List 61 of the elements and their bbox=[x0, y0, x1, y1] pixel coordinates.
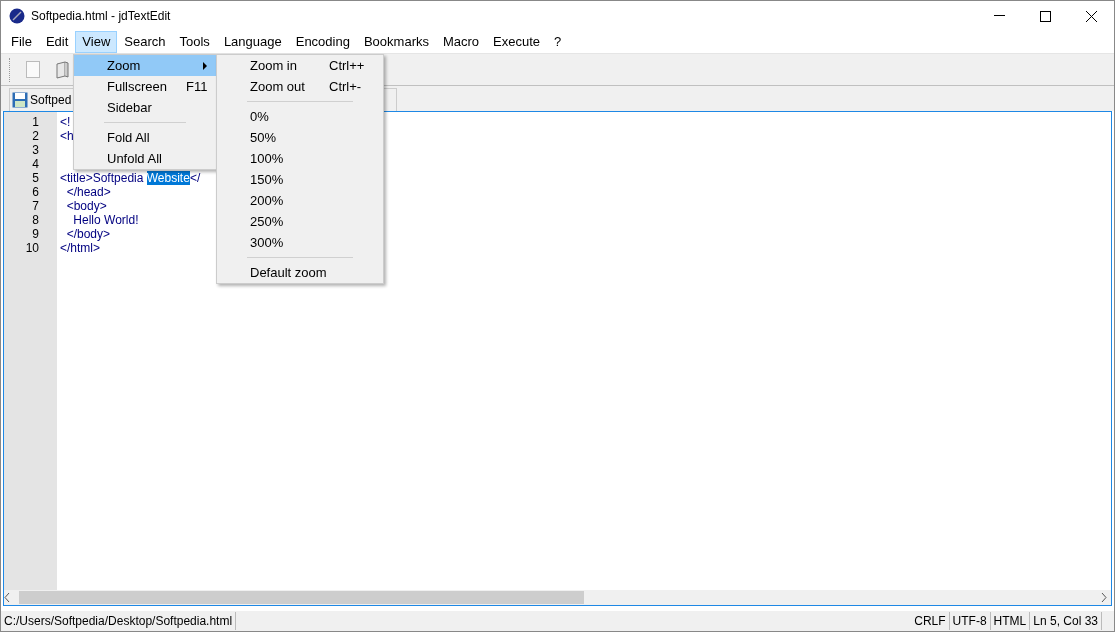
selected-text: Website bbox=[146, 171, 190, 185]
menu-item[interactable]: Zoom out Ctrl+- bbox=[217, 76, 383, 97]
menu-item[interactable]: 0% bbox=[217, 106, 383, 127]
menu-item[interactable]: Zoom bbox=[74, 55, 216, 76]
code-text: <body> bbox=[65, 199, 107, 213]
menu-item[interactable]: Search bbox=[117, 31, 173, 53]
status-field: CRLF bbox=[911, 612, 950, 630]
close-icon bbox=[1085, 10, 1097, 22]
menu-item[interactable]: Unfold All bbox=[74, 148, 216, 169]
new-file-icon[interactable] bbox=[26, 61, 40, 78]
menu-item[interactable]: Execute bbox=[486, 31, 548, 53]
menu-item[interactable]: 300% bbox=[217, 232, 383, 253]
code-text: </html> bbox=[60, 241, 101, 255]
line-number: 7 bbox=[31, 199, 40, 213]
line-number: 6 bbox=[31, 185, 40, 199]
scroll-left-icon[interactable] bbox=[4, 593, 10, 602]
menu-item[interactable]: View bbox=[75, 31, 118, 53]
menu-item[interactable]: Encoding bbox=[288, 31, 357, 53]
code-text: </head> bbox=[65, 185, 111, 199]
code-text: <title>Softpedia bbox=[60, 171, 145, 185]
menu-item[interactable]: 50% bbox=[217, 127, 383, 148]
menu-item[interactable]: 250% bbox=[217, 211, 383, 232]
scroll-right-icon[interactable] bbox=[1101, 593, 1107, 602]
window-title: Softpedia.html - jdTextEdit bbox=[31, 8, 171, 25]
app-logo-icon bbox=[9, 8, 25, 24]
menu-item[interactable]: Zoom in Ctrl++ bbox=[217, 55, 383, 76]
menu-item[interactable]: 200% bbox=[217, 190, 383, 211]
menu-item[interactable]: Sidebar bbox=[74, 97, 216, 118]
line-number: 1 bbox=[31, 115, 40, 129]
line-number: 2 bbox=[31, 129, 40, 143]
menu-item[interactable]: Macro bbox=[435, 31, 487, 53]
horizontal-scrollbar[interactable] bbox=[4, 590, 1111, 605]
menu-item[interactable]: Fold All bbox=[74, 127, 216, 148]
code-text: Hello World! bbox=[72, 213, 139, 227]
menu-item[interactable]: Fullscreen F11 bbox=[74, 76, 216, 97]
code-text: <! bbox=[60, 115, 71, 129]
code-text: <h bbox=[60, 129, 74, 143]
menu-item[interactable]: Bookmarks bbox=[356, 31, 436, 53]
line-number: 9 bbox=[31, 227, 40, 241]
menu-item[interactable]: Edit bbox=[38, 31, 76, 53]
file-path: C:/Users/Softpedia/Desktop/Softpedia.html bbox=[1, 612, 237, 630]
status-field: UTF-8 bbox=[949, 612, 991, 630]
line-number: 4 bbox=[31, 157, 40, 171]
menu-item[interactable]: Tools bbox=[172, 31, 217, 53]
open-file-icon[interactable] bbox=[54, 60, 70, 79]
menu-item[interactable]: ? bbox=[547, 31, 569, 53]
menu-item[interactable]: File bbox=[4, 31, 39, 53]
line-number: 8 bbox=[31, 213, 40, 227]
menu-item[interactable]: 150% bbox=[217, 169, 383, 190]
line-number: 10 bbox=[24, 241, 40, 255]
menu-item[interactable]: Language bbox=[216, 31, 289, 53]
code-text: </body> bbox=[65, 227, 111, 241]
scrollbar-thumb[interactable] bbox=[19, 591, 584, 604]
line-number: 3 bbox=[31, 143, 40, 157]
menu-item[interactable]: 100% bbox=[217, 148, 383, 169]
status-field: Ln 5, Col 33 bbox=[1030, 612, 1102, 630]
status-field: HTML bbox=[990, 612, 1031, 630]
maximize-icon bbox=[1039, 10, 1051, 22]
menu-item[interactable]: Default zoom bbox=[217, 262, 383, 283]
minimize-icon bbox=[993, 15, 1005, 17]
line-number: 5 bbox=[31, 171, 40, 185]
